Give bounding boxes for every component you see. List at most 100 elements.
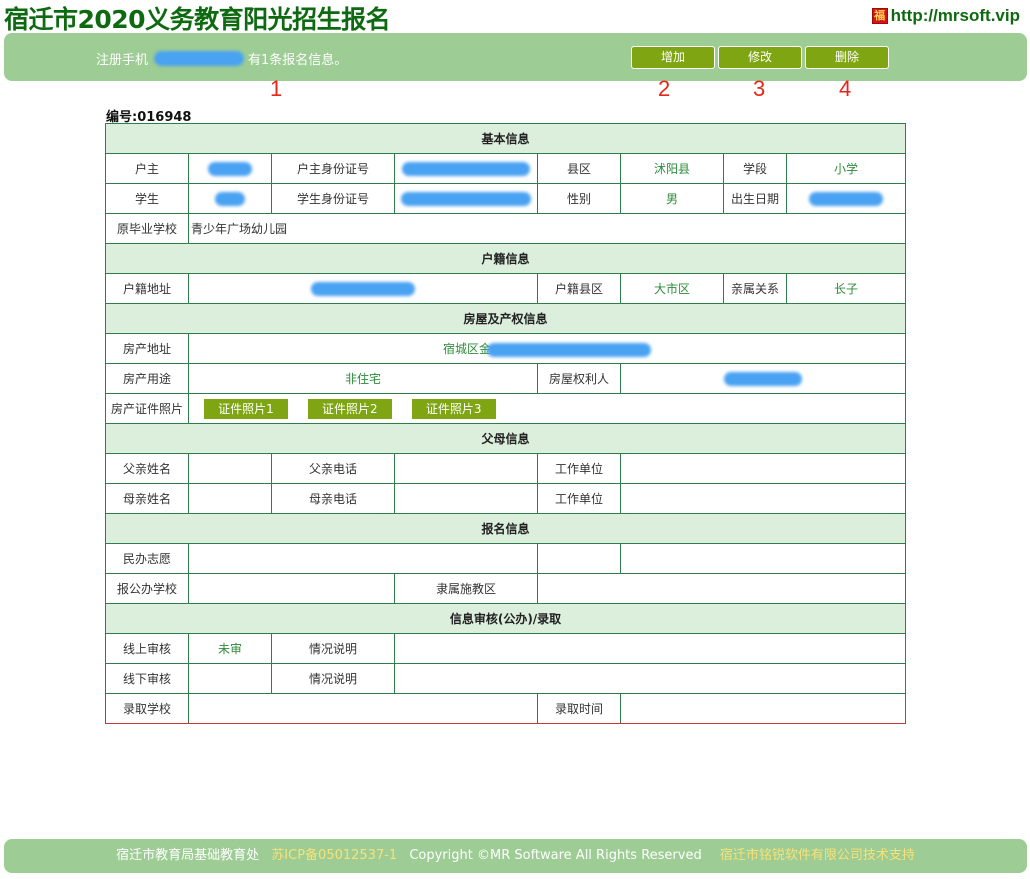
redacted-value	[487, 342, 652, 357]
table-row: 父亲姓名 父亲电话 工作单位	[105, 453, 907, 484]
table-row: 报公办学校 隶属施教区	[105, 573, 907, 604]
property-address-label: 房产地址	[105, 333, 189, 364]
relation-value: 长子	[785, 273, 907, 304]
add-button[interactable]: 增加	[631, 46, 715, 69]
prev-school-label: 原毕业学校	[105, 213, 189, 244]
online-explain-value	[393, 633, 907, 664]
birth-value	[785, 183, 907, 214]
notice-prefix: 注册手机	[96, 53, 149, 68]
table-row: 录取学校 录取时间	[105, 693, 907, 724]
mother-name-label: 母亲姓名	[105, 483, 189, 514]
public-school-value	[188, 573, 395, 604]
birth-label: 出生日期	[723, 183, 787, 214]
mother-name-value	[188, 483, 272, 514]
table-row: 原毕业学校 青少年广场幼儿园	[105, 213, 907, 244]
notice-suffix: 有1条报名信息。	[248, 53, 348, 68]
redacted-value	[809, 191, 883, 206]
householder-id-value	[394, 153, 538, 184]
private-choice-value	[188, 543, 538, 574]
redacted-value	[724, 371, 802, 386]
householder-value	[188, 153, 272, 184]
photo-button-2[interactable]: 证件照片2	[307, 398, 392, 419]
household-district-label: 户籍县区	[537, 273, 621, 304]
district-value: 沭阳县	[620, 153, 724, 184]
father-phone-label: 父亲电话	[271, 453, 395, 484]
admit-time-label: 录取时间	[537, 693, 621, 724]
section-property: 房屋及产权信息	[104, 303, 907, 334]
offline-explain-label: 情况说明	[271, 663, 395, 694]
public-school-label: 报公办学校	[105, 573, 189, 604]
mother-phone-label: 母亲电话	[271, 483, 395, 514]
stage-label: 学段	[723, 153, 787, 184]
footer-copyright: Copyright ©MR Software All Rights Reserv…	[409, 848, 702, 863]
household-address-value	[188, 273, 538, 304]
section-title: 父母信息	[104, 423, 907, 454]
area-value	[536, 573, 907, 604]
area-label: 隶属施教区	[394, 573, 538, 604]
site-link[interactable]: 福 http://mrsoft.vip	[871, 6, 1020, 26]
offline-review-value	[188, 663, 272, 694]
top-bar: 注册手机 有1条报名信息。 增加 修改 删除	[4, 33, 1027, 81]
table-row: 学生 学生身份证号 性别 男 出生日期	[105, 183, 907, 214]
site-link-text[interactable]: http://mrsoft.vip	[891, 6, 1020, 26]
admit-school-label: 录取学校	[105, 693, 189, 724]
section-title: 报名信息	[104, 513, 907, 544]
footer: 宿迁市教育局基础教育处 苏ICP备05012537-1 Copyright ©M…	[4, 839, 1027, 873]
marker-1: 1	[270, 76, 283, 101]
table-row: 母亲姓名 母亲电话 工作单位	[105, 483, 907, 514]
table-row: 房产证件照片 证件照片1 证件照片2 证件照片3	[105, 393, 907, 424]
footer-org: 宿迁市教育局基础教育处	[116, 848, 260, 863]
property-address-value: 宿城区金	[187, 333, 907, 364]
table-row: 线下审核 情况说明	[105, 663, 907, 694]
online-explain-label: 情况说明	[271, 633, 395, 664]
property-usage-value: 非住宅	[188, 363, 538, 394]
photo-button-1[interactable]: 证件照片1	[204, 398, 288, 419]
father-name-label: 父亲姓名	[105, 453, 189, 484]
relation-label: 亲属关系	[723, 273, 787, 304]
father-work-label: 工作单位	[537, 453, 621, 484]
stage-value: 小学	[785, 153, 907, 184]
district-label: 县区	[537, 153, 621, 184]
photo-button-3[interactable]: 证件照片3	[411, 398, 496, 419]
student-label: 学生	[105, 183, 189, 214]
gender-label: 性别	[537, 183, 621, 214]
prev-school-value: 青少年广场幼儿园	[187, 213, 907, 244]
gender-value: 男	[620, 183, 724, 214]
mother-work-value	[619, 483, 907, 514]
redacted-value	[208, 161, 252, 176]
redacted-value	[402, 161, 530, 176]
student-id-value	[394, 183, 538, 214]
section-parents: 父母信息	[104, 423, 907, 454]
registration-table: 基本信息 户主 户主身份证号 县区 沭阳县 学段 小学 学生 学生身份证号 性别…	[104, 123, 907, 724]
household-address-label: 户籍地址	[105, 273, 189, 304]
section-title: 户籍信息	[104, 243, 907, 274]
section-enroll: 报名信息	[104, 513, 907, 544]
redacted-phone	[154, 51, 245, 66]
property-owner-label: 房屋权利人	[537, 363, 621, 394]
footer-support[interactable]: 宿迁市铭锐软件有限公司技术支持	[720, 848, 915, 863]
table-row: 房产地址 宿城区金	[105, 333, 907, 364]
offline-review-label: 线下审核	[105, 663, 189, 694]
householder-label: 户主	[105, 153, 189, 184]
section-title: 基本信息	[104, 123, 907, 154]
online-review-value: 未审	[188, 633, 272, 664]
table-row: 线上审核 未审 情况说明	[105, 633, 907, 664]
property-photos-cell: 证件照片1 证件照片2 证件照片3	[187, 393, 907, 424]
admit-time-value	[619, 693, 907, 724]
household-district-value: 大市区	[620, 273, 724, 304]
mother-work-label: 工作单位	[537, 483, 621, 514]
edit-button[interactable]: 修改	[718, 46, 802, 69]
student-id-label: 学生身份证号	[271, 183, 395, 214]
footer-icp[interactable]: 苏ICP备05012537-1	[271, 848, 397, 863]
logo-icon: 福	[871, 8, 888, 24]
redacted-value	[215, 191, 245, 206]
delete-button[interactable]: 删除	[805, 46, 889, 69]
site-title: 宿迁市2020义务教育阳光招生报名	[4, 5, 391, 34]
mother-phone-value	[394, 483, 538, 514]
table-row: 房产用途 非住宅 房屋权利人	[105, 363, 907, 394]
registration-notice: 注册手机 有1条报名信息。	[96, 49, 347, 68]
empty-cell	[537, 543, 621, 574]
online-review-label: 线上审核	[105, 633, 189, 664]
householder-id-label: 户主身份证号	[271, 153, 395, 184]
student-value	[188, 183, 272, 214]
